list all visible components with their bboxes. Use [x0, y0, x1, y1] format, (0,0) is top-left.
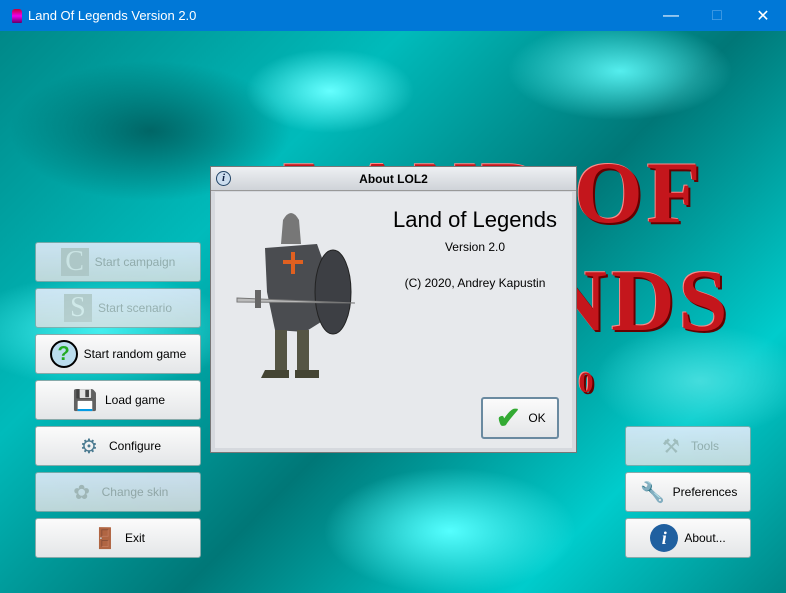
about-dialog: i About LOL2 Land of Legends Version 2.0… [210, 166, 577, 453]
right_menu-about-button[interactable]: i About... [625, 518, 751, 558]
left_menu-start-scenario-button[interactable]: S Start scenario [35, 288, 201, 328]
left_menu-change-skin-button[interactable]: ✿ Change skin [35, 472, 201, 512]
exit-door-icon: 🚪 [92, 527, 118, 550]
button-label: Preferences [672, 485, 738, 499]
button-label: Change skin [101, 485, 169, 499]
right_menu-preferences-button[interactable]: 🔧 Preferences [625, 472, 751, 512]
button-label: Configure [108, 439, 162, 453]
knight-image [236, 213, 356, 378]
button-label: Load game [104, 393, 166, 407]
window-title: Land Of Legends Version 2.0 [28, 8, 197, 23]
info-icon: i [216, 171, 231, 186]
dialog-body: Land of Legends Version 2.0 (C) 2020, An… [215, 192, 572, 448]
left_menu-exit-button[interactable]: 🚪 Exit [35, 518, 201, 558]
maximize-button[interactable]: □ [694, 0, 740, 31]
button-label: About... [684, 531, 726, 545]
dialog-titlebar: i About LOL2 [211, 167, 576, 191]
right_menu-tools-button[interactable]: ⚒ Tools [625, 426, 751, 466]
left_menu-load-game-button[interactable]: 💾 Load game [35, 380, 201, 420]
wrench-icon: 🔧 [640, 481, 666, 504]
left_menu-configure-button[interactable]: ⚙ Configure [35, 426, 201, 466]
close-button[interactable]: ✕ [740, 0, 786, 31]
scenario-letter-s-icon: S [63, 292, 92, 323]
left_menu-start-random-game-button[interactable]: ? Start random game [35, 334, 201, 374]
left_menu-start-campaign-button[interactable]: C Start campaign [35, 242, 201, 282]
button-label: Exit [124, 531, 145, 545]
dialog-title: About LOL2 [359, 171, 428, 186]
ok-button[interactable]: ✔ OK [481, 397, 559, 439]
question-cloud-icon: ? [49, 340, 78, 368]
info-icon: i [650, 524, 679, 552]
minimize-button[interactable]: — [648, 0, 694, 31]
window-titlebar: Land Of Legends Version 2.0 — □ ✕ [0, 0, 786, 31]
button-label: Start random game [83, 347, 187, 361]
version-text: Version 2.0 [444, 240, 506, 254]
skin-icon: ✿ [73, 481, 91, 504]
app-name: Land of Legends [393, 207, 557, 232]
gear-icon: ⚙ [80, 435, 98, 458]
tools-icon: ⚒ [662, 435, 680, 458]
copyright-text: (C) 2020, Andrey Kapustin [404, 276, 546, 290]
campaign-letter-c-icon: C [60, 246, 89, 277]
app-icon [12, 8, 22, 23]
button-label: Tools [690, 439, 719, 453]
checkmark-icon: ✔ [495, 401, 521, 435]
load-disk-icon: 💾 [72, 389, 98, 412]
button-label: Start campaign [94, 255, 176, 269]
button-label: Start scenario [97, 301, 173, 315]
